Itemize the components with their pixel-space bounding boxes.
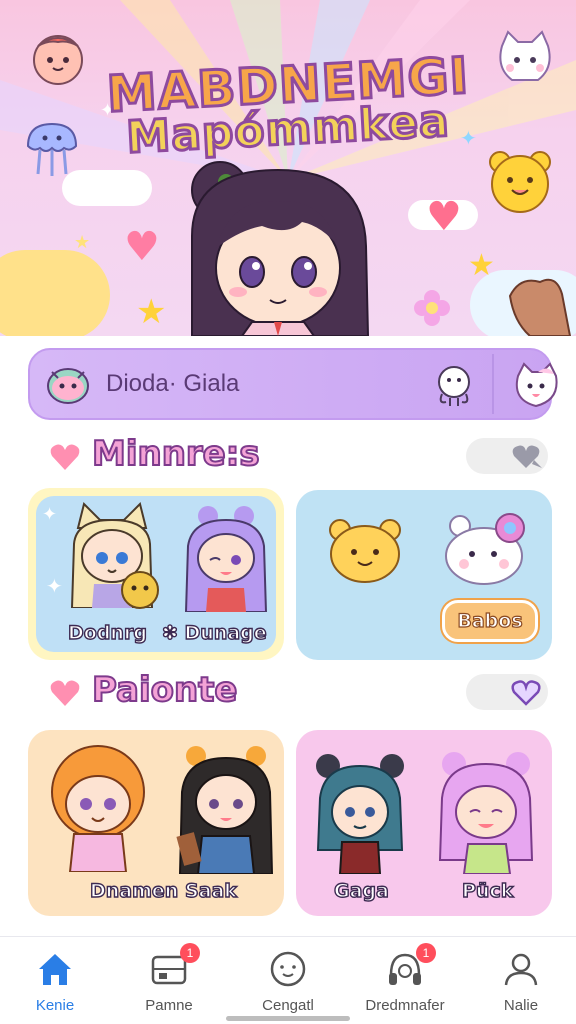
pet-card[interactable]: Babos [296, 490, 552, 660]
pink-hair-girl-character [438, 752, 534, 874]
section-header: Paionte [48, 669, 548, 720]
nav-label: Kenie [35, 997, 75, 1014]
home-icon [39, 954, 71, 985]
pink-flower-icon [414, 290, 450, 326]
orange-hair-girl-character [51, 745, 145, 872]
profile-icon [504, 953, 538, 986]
star-icon: ★ [74, 232, 91, 253]
card-label: ✽ Dunage [161, 621, 267, 644]
section-header: Minnre:s [48, 433, 548, 484]
cloud [0, 250, 110, 336]
nav-label: Cengatl [262, 997, 314, 1014]
cat-face-icon[interactable] [508, 360, 564, 410]
teal-hair-bear-girl-character [316, 754, 404, 874]
section-title: Minnre:s [91, 433, 261, 475]
yellow-bear-sticker-icon [489, 151, 551, 213]
nav-item-profile[interactable]: Nalie [466, 945, 576, 1023]
nav-label: Dredmnafer [365, 997, 445, 1014]
sparkle-icon: ✦ [42, 504, 58, 525]
heart-icon [50, 444, 80, 470]
nav-item-home[interactable]: Kenie [0, 945, 110, 1023]
character-card[interactable]: Gaga Pück [296, 730, 552, 916]
heart-bubble-icon [512, 445, 542, 468]
card-label: Pück [461, 879, 514, 902]
face-icon [270, 951, 306, 987]
yellow-pet-character [121, 571, 159, 609]
ghost-icon[interactable] [428, 360, 480, 412]
notification-badge: 1 [180, 943, 200, 963]
waving-hand-icon [508, 278, 572, 336]
favorite-toggle[interactable] [466, 438, 548, 474]
nav-item-gallery[interactable]: 1 Pamne [114, 943, 224, 1023]
star-icon: ★ [468, 248, 495, 283]
hero-banner: ★ ★ ★ ✦ ✦ ♥ ♥ MABDNEMGI Mapómmkea [0, 0, 576, 336]
card-label: Gaga [333, 879, 389, 902]
heart-icon [50, 680, 80, 706]
divider [492, 354, 494, 414]
notification-badge: 1 [416, 943, 436, 963]
nav-label: Pamne [145, 997, 193, 1014]
purple-heart-icon [511, 680, 541, 706]
girl-character-illustration [191, 161, 370, 336]
character-card[interactable]: ✦ ✦ Dodnrg ✽ Dunage [28, 488, 284, 660]
sparkle-icon: ✦ [46, 574, 63, 598]
section-title: Paionte [91, 669, 238, 711]
bottom-nav: Kenie 1 Pamne Cengatl 1 Dredmnafer Nalie [0, 936, 576, 1024]
search-text: Dioda· Giala [106, 370, 240, 397]
babos-button[interactable]: Babos [442, 600, 538, 642]
yellow-bear-icon [329, 519, 401, 583]
favorite-toggle[interactable] [466, 674, 548, 710]
heart-icon: ♥ [426, 194, 462, 240]
dark-hair-girl-character [176, 746, 274, 874]
nav-item-face[interactable]: Cengatl [233, 945, 343, 1023]
heart-icon: ♥ [124, 224, 160, 270]
search-bar[interactable]: Dioda· Giala [28, 348, 558, 420]
nav-label: Nalie [503, 997, 539, 1014]
nav-item-headphones[interactable]: 1 Dredmnafer [350, 943, 460, 1023]
character-card[interactable]: Dnamen Saak [28, 730, 284, 916]
white-bunny-icon [445, 513, 525, 585]
card-label: Dodnrg [67, 621, 147, 644]
home-indicator [226, 1016, 350, 1021]
card-label: Dnamen Saak [89, 879, 237, 902]
pink-blob-avatar-icon [47, 368, 89, 404]
purple-hair-girl-character [184, 506, 268, 612]
